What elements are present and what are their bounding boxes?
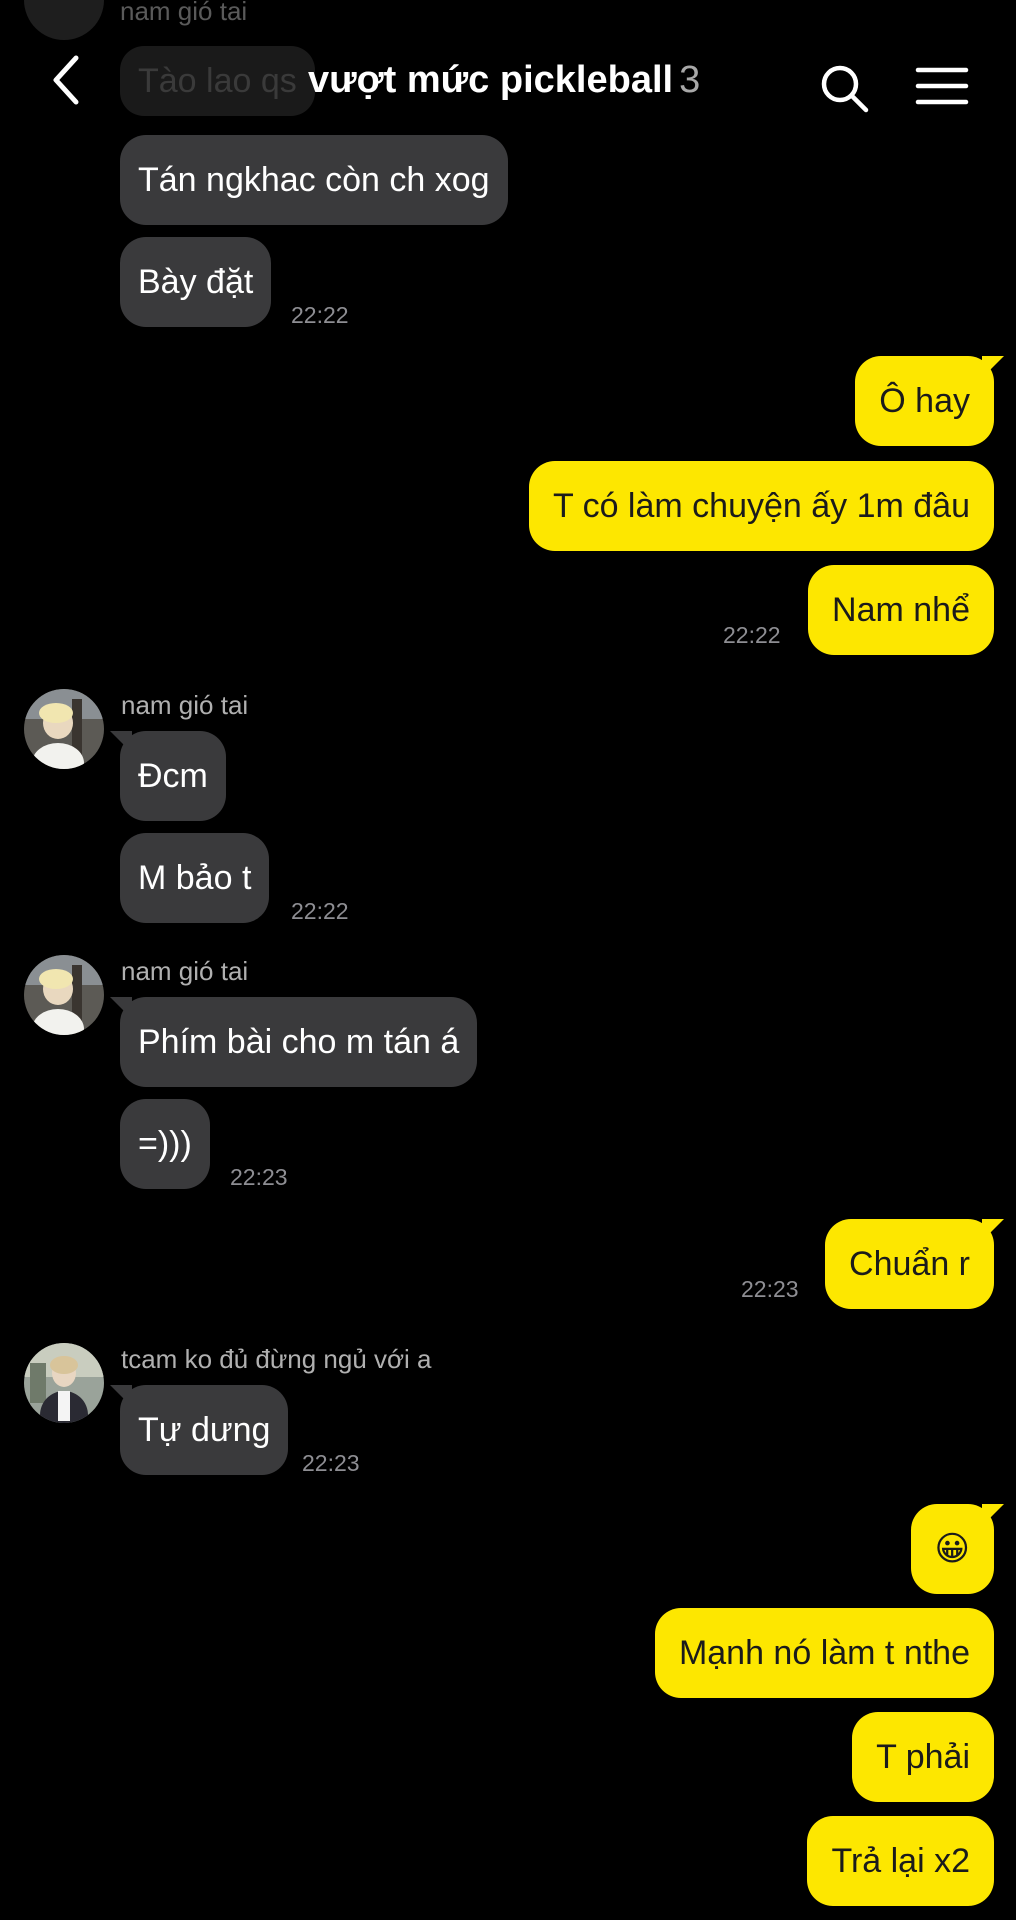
- chat-title-text: vượt mức pickleball: [308, 59, 674, 101]
- message-bubble-outgoing[interactable]: Chuẩn r: [825, 1219, 994, 1309]
- message-timestamp: 22:22: [723, 622, 781, 648]
- search-button[interactable]: [816, 60, 872, 116]
- ghost-sender-name: nam gió tai: [120, 0, 248, 26]
- avatar-image: [24, 1343, 104, 1423]
- message-bubble-incoming[interactable]: Tự dưng: [120, 1385, 289, 1475]
- message-bubble-incoming[interactable]: Tán ngkhac còn ch xog: [120, 135, 508, 225]
- message-bubble-outgoing[interactable]: Mạnh nó làm t nthe: [654, 1608, 994, 1698]
- avatar-image: [24, 955, 104, 1035]
- avatar-image: [24, 689, 104, 769]
- message-timestamp: 22:23: [741, 1276, 799, 1302]
- sender-name: tcam ko đủ đừng ngủ với a: [121, 1344, 432, 1374]
- chat-title[interactable]: vượt mức pickleball 3: [308, 56, 700, 104]
- message-bubble-outgoing[interactable]: T phải: [852, 1712, 994, 1802]
- message-timestamp: 22:23: [230, 1164, 288, 1190]
- search-icon: [821, 65, 869, 113]
- menu-button[interactable]: [910, 62, 974, 110]
- ghost-message-bubble[interactable]: Tào lao qs: [120, 46, 315, 116]
- sender-name: nam gió tai: [121, 690, 249, 720]
- message-timestamp: 22:23: [302, 1450, 360, 1476]
- hamburger-menu-icon: [915, 67, 969, 105]
- message-bubble-incoming[interactable]: Đcm: [120, 731, 226, 821]
- message-bubble-outgoing[interactable]: T có làm chuyện ấy 1m đâu: [528, 461, 994, 551]
- ghost-avatar: [24, 0, 104, 40]
- message-bubble-outgoing[interactable]: Ô hay: [855, 356, 994, 446]
- message-bubble-outgoing[interactable]: Trả lại x2: [807, 1816, 994, 1906]
- sender-name: nam gió tai: [121, 956, 249, 986]
- message-bubble-incoming[interactable]: Bày đặt: [120, 237, 272, 327]
- avatar[interactable]: [24, 955, 104, 1035]
- avatar[interactable]: [24, 689, 104, 769]
- message-bubble-incoming[interactable]: M bảo t: [120, 833, 270, 923]
- back-button[interactable]: [40, 48, 96, 112]
- avatar[interactable]: [24, 1343, 104, 1423]
- message-timestamp: 22:22: [291, 302, 349, 328]
- message-bubble-outgoing[interactable]: 😀: [910, 1504, 994, 1594]
- message-timestamp: 22:22: [291, 898, 349, 924]
- message-bubble-incoming[interactable]: =))): [120, 1099, 210, 1189]
- message-bubble-outgoing[interactable]: Nam nhể: [808, 565, 994, 655]
- member-count: 3: [679, 59, 701, 101]
- message-bubble-incoming[interactable]: Phím bài cho m tán á: [120, 997, 478, 1087]
- chevron-left-icon: [53, 55, 79, 105]
